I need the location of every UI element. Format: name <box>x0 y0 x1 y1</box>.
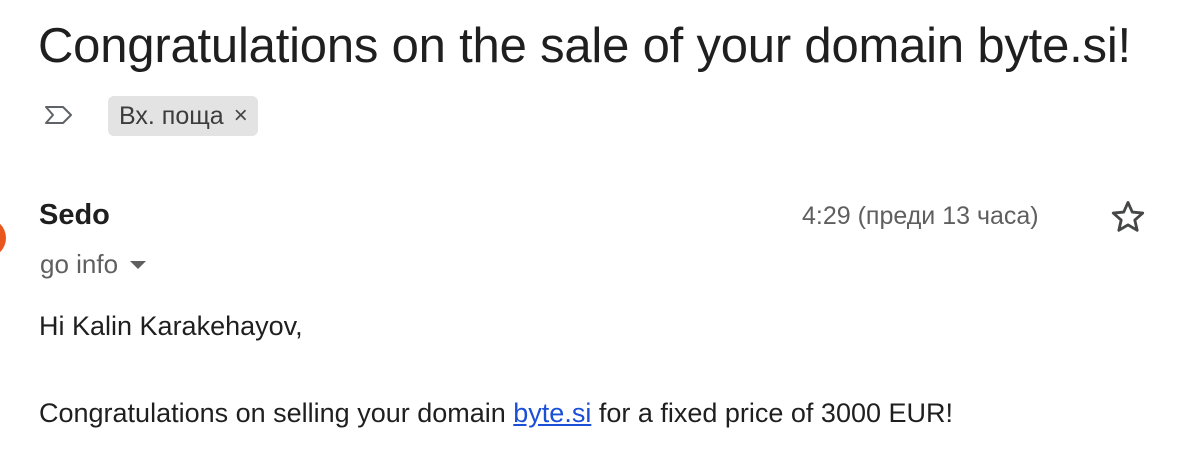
importance-marker-icon[interactable] <box>44 104 74 126</box>
domain-link[interactable]: byte.si <box>513 398 591 428</box>
email-message: Congratulations on selling your domain b… <box>39 398 953 429</box>
label-chip-text: Вх. поща <box>119 101 224 130</box>
sender-name[interactable]: Sedo <box>39 199 110 232</box>
email-subject: Congratulations on the sale of your doma… <box>38 19 1131 73</box>
message-text-before: Congratulations on selling your domain <box>39 398 514 428</box>
avatar[interactable] <box>0 218 6 258</box>
message-text-after: for a fixed price of 3000 EUR! <box>591 398 954 428</box>
chevron-down-icon[interactable] <box>130 260 147 269</box>
recipient-label: go info <box>40 249 119 279</box>
email-greeting: Hi Kalin Karakehayov, <box>39 311 303 341</box>
email-timestamp: 4:29 (преди 13 часа) <box>802 202 1039 230</box>
recipient-details-toggle[interactable]: go info <box>40 249 147 280</box>
close-icon[interactable]: × <box>234 104 248 128</box>
label-chip-inbox[interactable]: Вх. поща × <box>108 96 258 136</box>
star-icon[interactable] <box>1109 198 1147 236</box>
